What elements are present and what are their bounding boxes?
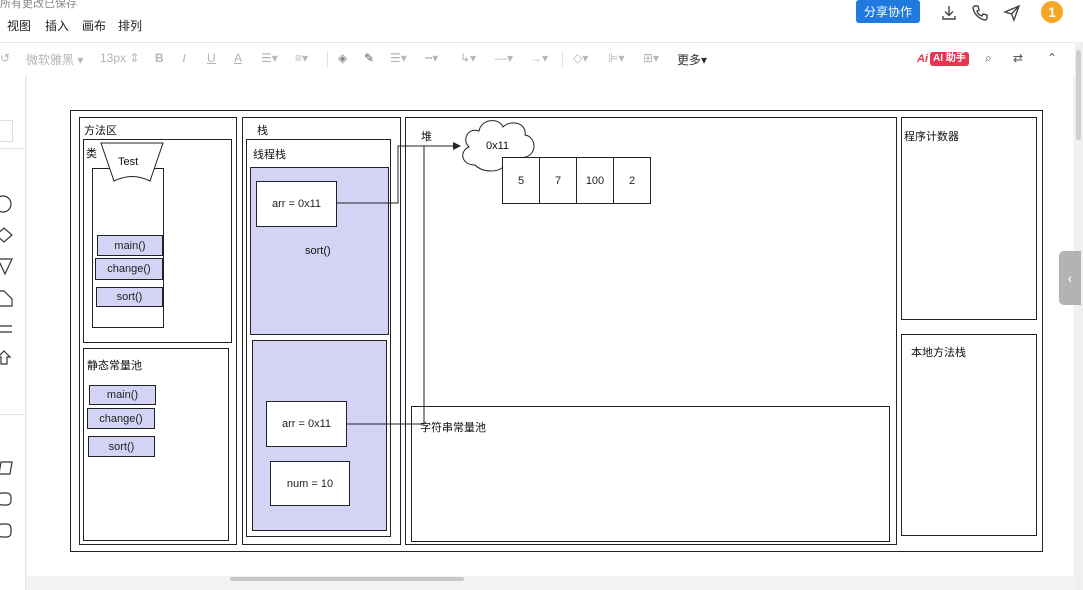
heap-label: 堆: [421, 131, 432, 143]
method-area-label: 方法区: [84, 125, 117, 137]
static-method-change[interactable]: change(): [87, 408, 155, 429]
heap-object-address: 0x11: [486, 140, 510, 152]
avatar[interactable]: 1: [1041, 1, 1063, 23]
menu-insert[interactable]: 插入: [45, 17, 69, 34]
search-doc-icon[interactable]: ⌕: [985, 51, 992, 66]
format-toolbar: ↺ 微软雅黑 ▾ 13px ⇕ B I U A ☰▾ ≡▾ ◈ ✎ ☰▾ ┅▾ …: [0, 42, 1075, 77]
ai-icon: Ai: [917, 53, 928, 65]
italic-button[interactable]: I: [182, 51, 186, 66]
string-pool-label: 字符串常量池: [420, 422, 486, 434]
toolbar-divider: [562, 51, 563, 67]
array-cell[interactable]: 7: [539, 157, 577, 204]
menu-canvas[interactable]: 画布: [82, 17, 106, 34]
panel-collapse-tab[interactable]: ‹: [1059, 251, 1081, 305]
fill-color-icon[interactable]: ◈: [338, 51, 347, 65]
chevron-up-icon[interactable]: ⌃: [1047, 51, 1057, 65]
status-bar: [700, 581, 1083, 590]
phone-icon[interactable]: [971, 4, 989, 22]
line-style-icon[interactable]: ☰▾: [390, 51, 407, 65]
shape-library-icons[interactable]: [0, 186, 14, 366]
save-status: 所有更改已保存: [0, 0, 77, 10]
class-label: 类: [86, 148, 97, 160]
frame2-num-var[interactable]: num = 10: [270, 461, 350, 506]
shape-panel: [0, 76, 26, 590]
top-bar: 所有更改已保存 视图 插入 画布 排列 分享协作 1: [0, 0, 1083, 42]
share-button[interactable]: 分享协作: [856, 0, 920, 23]
line-height-icon[interactable]: ☰▾: [261, 51, 278, 65]
panel-divider: [0, 148, 25, 149]
font-color-button[interactable]: A: [234, 51, 242, 65]
font-size-select[interactable]: 13px ⇕: [100, 51, 139, 65]
array-cell[interactable]: 100: [576, 157, 614, 204]
menu-view[interactable]: 视图: [7, 17, 31, 34]
layer-icon[interactable]: ◇▾: [573, 51, 588, 65]
horizontal-scroll-thumb[interactable]: [230, 577, 464, 581]
thread-stack-label: 线程栈: [253, 149, 286, 161]
font-family-select[interactable]: 微软雅黑 ▾: [26, 51, 83, 68]
static-pool-label: 静态常量池: [87, 360, 142, 372]
align-objects-icon[interactable]: ⊫▾: [608, 51, 624, 65]
table-icon[interactable]: ⊞▾: [643, 51, 659, 65]
shape-library-icons-2[interactable]: [0, 458, 14, 548]
line-type-icon[interactable]: —▾: [495, 51, 513, 65]
frame2-arr-var[interactable]: arr = 0x11: [266, 401, 347, 447]
class-name: Test: [118, 156, 139, 168]
class-method-main[interactable]: main(): [97, 235, 163, 256]
undo-icon[interactable]: ↺: [0, 51, 10, 65]
native-stack-label: 本地方法栈: [911, 347, 966, 359]
native-stack-box[interactable]: [901, 334, 1037, 536]
static-method-sort[interactable]: sort(): [88, 436, 155, 457]
underline-button[interactable]: U: [207, 51, 216, 65]
program-counter-box[interactable]: [901, 117, 1037, 320]
frame1-method-name: sort(): [305, 245, 331, 257]
font-family-value: 微软雅黑: [26, 53, 75, 67]
stack-label: 栈: [257, 125, 268, 137]
send-icon[interactable]: [1002, 4, 1021, 22]
font-size-value: 13px: [100, 51, 127, 65]
ai-assistant-button[interactable]: Ai AI 助手: [917, 51, 969, 67]
program-counter-label: 程序计数器: [904, 131, 959, 143]
download-icon[interactable]: [940, 4, 958, 22]
align-icon[interactable]: ≡▾: [295, 51, 308, 65]
class-method-change[interactable]: change(): [95, 258, 163, 280]
array-cell[interactable]: 5: [502, 157, 540, 204]
chevron-left-icon: ‹: [1067, 270, 1073, 286]
frame1-arr-var[interactable]: arr = 0x11: [256, 181, 337, 227]
array-cell[interactable]: 2: [613, 157, 651, 204]
menu-arrange[interactable]: 排列: [118, 17, 142, 34]
panel-divider: [0, 414, 25, 415]
more-button[interactable]: 更多▾: [677, 51, 707, 68]
toolbar-divider: [327, 51, 328, 67]
ai-label: AI 助手: [930, 52, 969, 66]
bold-button[interactable]: B: [155, 51, 164, 65]
pen-color-icon[interactable]: ✎: [364, 51, 374, 65]
shape-search-input[interactable]: [0, 120, 13, 142]
static-method-main[interactable]: main(): [89, 385, 156, 405]
vertical-scroll-thumb[interactable]: [1076, 50, 1081, 140]
dash-style-icon[interactable]: ┅▾: [425, 51, 438, 65]
more-label: 更多: [677, 53, 702, 67]
class-method-sort[interactable]: sort(): [96, 287, 163, 307]
connector-icon[interactable]: ↳▾: [460, 51, 476, 65]
settings-toggle-icon[interactable]: ⇄: [1013, 51, 1023, 65]
arrow-style-icon[interactable]: →▾: [530, 51, 548, 65]
